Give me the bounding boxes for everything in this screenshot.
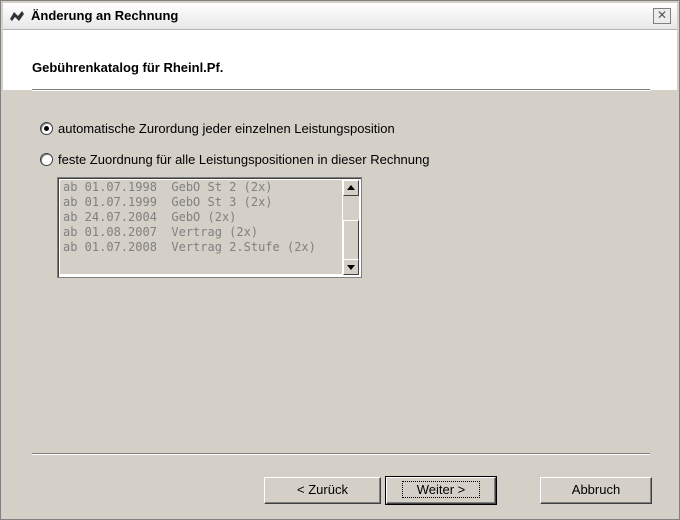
- list-item[interactable]: ab 01.07.1999 GebO St 3 (2x): [60, 195, 342, 210]
- next-button-label: Weiter >: [401, 481, 481, 498]
- header-divider: [32, 89, 650, 91]
- radio-auto-indicator[interactable]: [40, 122, 53, 135]
- back-button[interactable]: < Zurück: [264, 477, 381, 504]
- radio-auto-assignment[interactable]: automatische Zurordung jeder einzelnen L…: [40, 121, 395, 136]
- vertical-scrollbar[interactable]: [343, 180, 359, 275]
- list-item[interactable]: ab 24.07.2004 GebO (2x): [60, 210, 342, 225]
- scroll-down-button[interactable]: [343, 259, 359, 275]
- scroll-thumb[interactable]: [343, 220, 359, 262]
- radio-fixed-indicator[interactable]: [40, 153, 53, 166]
- arrow-down-icon: [347, 265, 355, 270]
- scroll-up-button[interactable]: [343, 180, 359, 196]
- list-item[interactable]: ab 01.08.2007 Vertrag (2x): [60, 225, 342, 240]
- page-title: Gebührenkatalog für Rheinl.Pf.: [32, 60, 224, 75]
- radio-auto-label: automatische Zurordung jeder einzelnen L…: [58, 121, 395, 136]
- cancel-button[interactable]: Abbruch: [540, 477, 652, 504]
- list-item[interactable]: ab 01.07.1998 GebO St 2 (2x): [60, 180, 342, 195]
- close-button[interactable]: ✕: [653, 8, 671, 24]
- title-bar: Änderung an Rechnung ✕: [3, 3, 677, 30]
- next-button[interactable]: Weiter >: [385, 476, 497, 505]
- catalog-list: ab 01.07.1998 GebO St 2 (2x) ab 01.07.19…: [60, 180, 342, 274]
- footer-divider: [32, 453, 650, 455]
- radio-fixed-label: feste Zuordnung für alle Leistungspositi…: [58, 152, 430, 167]
- list-item[interactable]: ab 01.07.2008 Vertrag 2.Stufe (2x): [60, 240, 342, 255]
- radio-fixed-assignment[interactable]: feste Zuordnung für alle Leistungspositi…: [40, 152, 429, 167]
- app-icon: [10, 11, 24, 21]
- arrow-up-icon: [347, 185, 355, 190]
- window-title: Änderung an Rechnung: [31, 8, 179, 23]
- catalog-listbox[interactable]: ab 01.07.1998 GebO St 2 (2x) ab 01.07.19…: [57, 177, 362, 278]
